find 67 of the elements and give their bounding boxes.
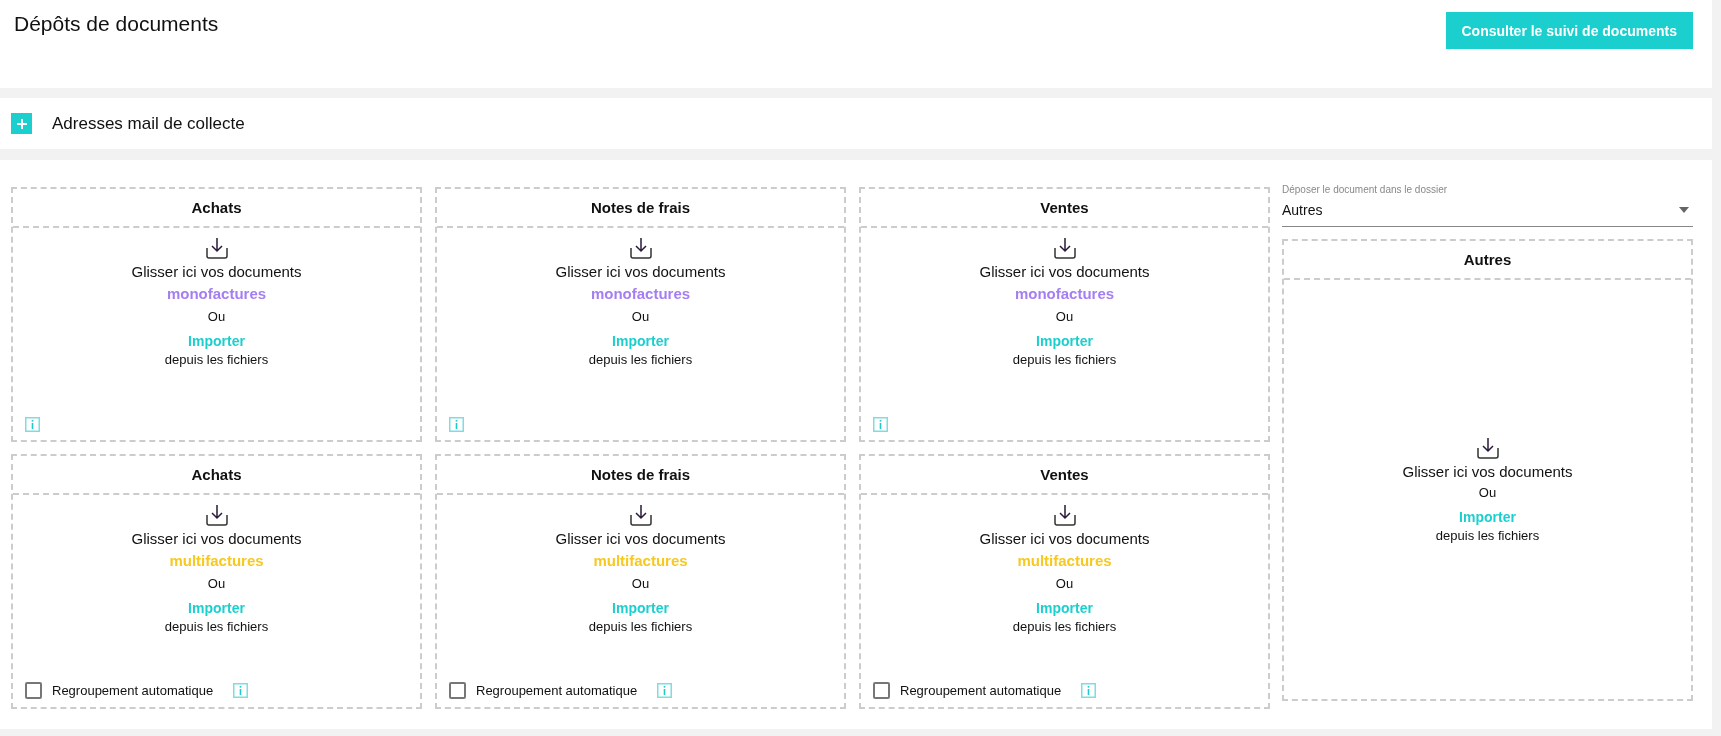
zone-title: Notes de frais [437,456,844,495]
drop-prompt: Glisser ici vos documents [131,263,302,280]
invoice-type-label: monofactures [590,285,691,302]
invoice-type-label: monofactures [1014,285,1115,302]
info-icon[interactable] [449,417,464,432]
download-icon [204,504,229,526]
or-text: Ou [1478,485,1497,500]
drop-zone[interactable]: Notes de frais Glisser ici vos documents multifactures Ou Importer depuis les fichiers Regroupement automatique [435,454,846,709]
drop-zone[interactable]: Notes de frais Glisser ici vos documents monofactures Ou Importer depuis les fichiers [435,187,846,442]
checkbox[interactable] [25,682,42,699]
or-text: Ou [1055,576,1074,591]
import-hint: depuis les fichiers [1012,619,1117,634]
info-icon[interactable] [25,417,40,432]
drop-zone[interactable]: Autres Glisser ici vos documents Ou Importer depuis les fichiers [1282,239,1693,701]
zone-title: Achats [13,456,420,495]
or-text: Ou [1055,309,1074,324]
drop-zone[interactable]: Ventes Glisser ici vos documents monofactures Ou Importer depuis les fichiers [859,187,1270,442]
collect-section-label[interactable]: Adresses mail de collecte [52,113,245,134]
auto-group-label: Regroupement automatique [900,683,1062,698]
or-text: Ou [631,309,650,324]
zone-title: Notes de frais [437,189,844,228]
download-icon [1052,504,1077,526]
drop-prompt: Glisser ici vos documents [131,530,302,547]
download-icon [628,504,653,526]
invoice-type-label: multifactures [1017,552,1112,569]
import-hint: depuis les fichiers [1435,528,1540,543]
info-icon[interactable] [873,417,888,432]
import-hint: depuis les fichiers [164,352,269,367]
zone-title: Ventes [861,189,1268,228]
auto-group-label: Regroupement automatique [52,683,214,698]
checkbox[interactable] [449,682,466,699]
drop-prompt: Glisser ici vos documents [979,263,1150,280]
import-hint: depuis les fichiers [588,352,693,367]
download-icon [1052,237,1077,259]
drop-prompt: Glisser ici vos documents [979,530,1150,547]
or-text: Ou [207,576,226,591]
import-hint: depuis les fichiers [1012,352,1117,367]
dropdown-caret-icon [1679,207,1689,213]
import-hint: depuis les fichiers [588,619,693,634]
invoice-type-label: monofactures [166,285,267,302]
folder-select[interactable]: Déposer le document dans le dossier Autres [1282,187,1693,227]
info-icon[interactable] [233,683,249,698]
download-icon [628,237,653,259]
checkbox[interactable] [873,682,890,699]
page-title: Dépôts de documents [14,12,219,36]
import-hint: depuis les fichiers [164,619,269,634]
info-icon[interactable] [657,683,673,698]
zone-title: Ventes [861,456,1268,495]
info-icon[interactable] [1081,683,1097,698]
drop-zone[interactable]: Achats Glisser ici vos documents multifactures Ou Importer depuis les fichiers Regroupement automatique [11,454,422,709]
or-text: Ou [207,309,226,324]
zone-title: Achats [13,189,420,228]
folder-select-label: Déposer le document dans le dossier [1282,184,1449,195]
or-text: Ou [631,576,650,591]
drop-prompt: Glisser ici vos documents [1402,463,1573,480]
drop-zone[interactable]: Achats Glisser ici vos documents monofactures Ou Importer depuis les fichiers [11,187,422,442]
drop-zone[interactable]: Ventes Glisser ici vos documents multifactures Ou Importer depuis les fichiers Regroupement automatique [859,454,1270,709]
expand-icon[interactable] [11,113,32,134]
folder-select-value: Autres [1282,202,1323,218]
zone-title: Autres [1284,241,1691,280]
download-icon [1475,437,1500,459]
download-icon [204,237,229,259]
drop-prompt: Glisser ici vos documents [555,530,726,547]
invoice-type-label: multifactures [169,552,264,569]
drop-prompt: Glisser ici vos documents [555,263,726,280]
auto-group-label: Regroupement automatique [476,683,638,698]
invoice-type-label: multifactures [593,552,688,569]
